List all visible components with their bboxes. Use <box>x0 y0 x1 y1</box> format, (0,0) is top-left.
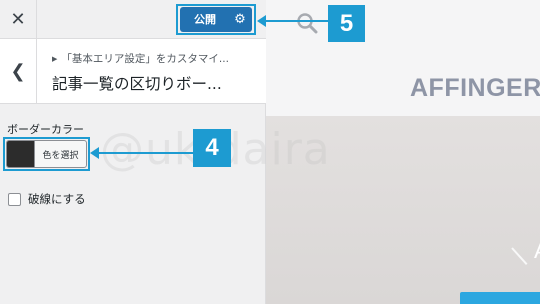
breadcrumb: ▶ 「基本エリア設定」をカスタマイ... <box>52 51 229 66</box>
annotation-arrow-4 <box>90 147 193 159</box>
annotation-badge-5: 5 <box>328 5 365 42</box>
publish-highlight-box <box>176 4 256 35</box>
dashed-option: 破線にする <box>8 191 86 207</box>
chevron-left-icon: ❮ <box>10 60 26 82</box>
hero-glyph: A <box>534 238 540 264</box>
section-header: ❮ ▶ 「基本エリア設定」をカスタマイ... 記事一覧の区切りボー... <box>0 39 266 104</box>
caret-right-icon: ▶ <box>52 55 58 63</box>
close-icon: ✕ <box>10 8 26 30</box>
search-icon <box>297 13 318 34</box>
breadcrumb-text: 「基本エリア設定」をカスタマイ... <box>61 53 229 65</box>
dashed-checkbox[interactable] <box>8 192 21 206</box>
site-logo-text[interactable]: AFFINGER <box>410 74 540 103</box>
section-title: 記事一覧の区切りボー... <box>52 75 222 93</box>
back-button[interactable]: ❮ <box>0 39 37 103</box>
annotation-arrow-5 <box>257 15 328 27</box>
dashed-checkbox-label[interactable]: 破線にする <box>28 191 86 207</box>
border-color-label: ボーダーカラー <box>7 123 84 136</box>
color-picker-highlight-box <box>3 137 90 171</box>
annotation-badge-4: 4 <box>193 129 231 167</box>
hero-cta-button[interactable] <box>460 292 540 304</box>
close-customizer-button[interactable]: ✕ <box>0 0 37 38</box>
